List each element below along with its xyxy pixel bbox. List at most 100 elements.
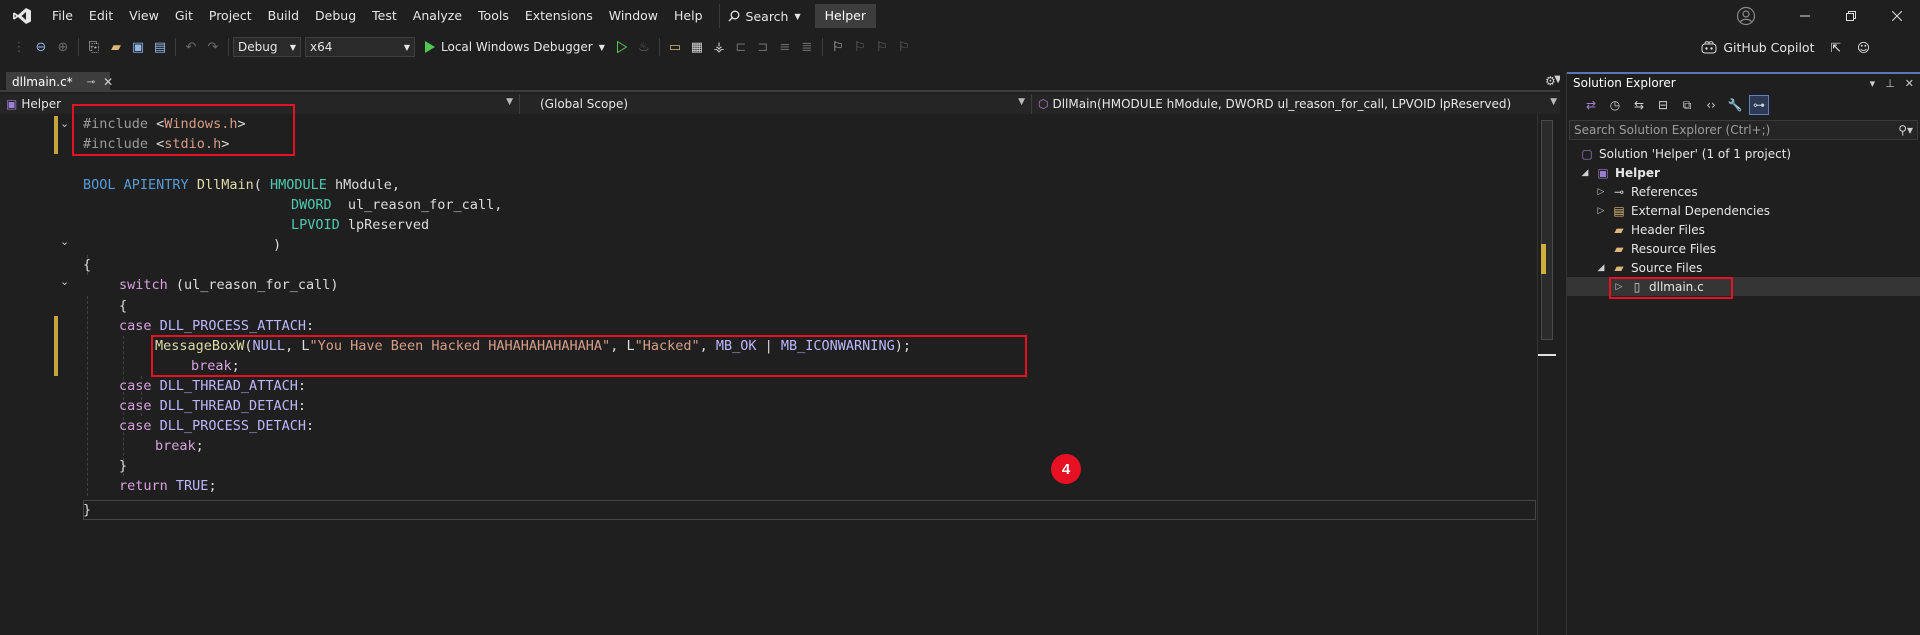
save-icon[interactable]: ▣ <box>127 36 149 58</box>
collapse-all-icon[interactable]: ⊟ <box>1653 95 1673 115</box>
close-icon[interactable]: ✕ <box>1905 77 1914 90</box>
menu-extensions[interactable]: Extensions <box>517 0 601 32</box>
show-all-files-icon[interactable]: ⧉ <box>1677 95 1697 115</box>
pin-icon[interactable]: ⊸ <box>87 77 95 88</box>
toolbar-separator <box>821 38 823 56</box>
member-nav-select[interactable]: ⬡ DllMain(HMODULE hModule, DWORD ul_reas… <box>1032 94 1564 114</box>
code-line-11: case DLL_PROCESS_ATTACH: <box>119 316 314 336</box>
editor-vertical-scrollbar[interactable] <box>1537 114 1556 635</box>
start-debugging-button[interactable]: Local Windows Debugger ▼ <box>419 40 611 54</box>
browse-folder-icon[interactable]: ▭ <box>664 36 686 58</box>
account-icon[interactable] <box>1726 0 1766 32</box>
chevron-down-icon: ▼ <box>794 11 801 21</box>
prev-bookmark-icon[interactable]: ⚐ <box>849 36 871 58</box>
tree-item-solution[interactable]: ▢ Solution 'Helper' (1 of 1 project) <box>1567 144 1920 163</box>
solution-platform-select[interactable]: x64 ▼ <box>305 37 415 57</box>
feedback-icon[interactable]: ☺ <box>1857 40 1870 55</box>
code-token: : <box>297 378 306 394</box>
panel-menu-icon[interactable]: ▾ <box>1870 77 1876 90</box>
code-editor[interactable]: ⌄ ⌄ ⌄ #include <Windows.h> #include <std… <box>0 104 1560 635</box>
menu-analyze[interactable]: Analyze <box>405 0 470 32</box>
tree-item-source-files[interactable]: ◢ ▰ Source Files <box>1567 258 1920 277</box>
align-icon[interactable]: ⊏ <box>730 36 752 58</box>
scroll-caret-marker <box>1538 354 1556 356</box>
menu-help[interactable]: Help <box>666 0 711 32</box>
navigate-back-icon[interactable]: ⊖ <box>30 36 52 58</box>
gear-icon[interactable]: ⚙ <box>1545 74 1556 88</box>
collapsed-icon[interactable]: ▷ <box>1595 187 1607 197</box>
code-token: (ul_reason_for_call) <box>167 277 339 293</box>
scrollbar-thumb[interactable] <box>1541 120 1553 340</box>
history-icon[interactable]: ◷ <box>1605 95 1625 115</box>
switch-views-icon[interactable]: ⇄ <box>1581 95 1601 115</box>
uncomment-icon[interactable]: ≣ <box>796 36 818 58</box>
navigate-forward-icon[interactable]: ⊕ <box>52 36 74 58</box>
menu-project[interactable]: Project <box>201 0 260 32</box>
collapse-icon[interactable]: ⌄ <box>60 275 69 288</box>
collapsed-icon[interactable]: ▷ <box>1595 206 1607 216</box>
menu-debug[interactable]: Debug <box>307 0 364 32</box>
undo-icon[interactable]: ↶ <box>180 36 202 58</box>
solution-explorer-toolbar: ⇄ ◷ ⇆ ⊟ ⧉ ‹› 🔧 ⊶ <box>1567 92 1920 118</box>
clear-bookmarks-icon[interactable]: ⚐ <box>893 36 915 58</box>
code-line-18: } <box>119 456 127 476</box>
start-without-debugging-icon[interactable] <box>611 36 633 58</box>
redo-icon[interactable]: ↷ <box>202 36 224 58</box>
collapse-icon[interactable]: ⌄ <box>60 117 69 130</box>
hot-reload-icon[interactable]: ♨ <box>633 36 655 58</box>
tree-item-resource-files[interactable]: ▰ Resource Files <box>1567 239 1920 258</box>
share-icon[interactable]: ⇱ <box>1830 40 1840 55</box>
menu-view[interactable]: View <box>121 0 167 32</box>
comment-icon[interactable]: ≡ <box>774 36 796 58</box>
tab-dllmain-c[interactable]: dllmain.c* ⊸ ✕ <box>6 72 113 92</box>
open-folder-icon[interactable]: ▰ <box>105 36 127 58</box>
save-all-icon[interactable]: ▤ <box>149 36 171 58</box>
menu-file[interactable]: File <box>44 0 81 32</box>
next-bookmark-icon[interactable]: ⚐ <box>871 36 893 58</box>
menu-test[interactable]: Test <box>364 0 405 32</box>
toolbar-separator <box>228 38 229 56</box>
tab-title: dllmain.c* <box>12 75 73 89</box>
tree-item-header-files[interactable]: ▰ Header Files <box>1567 220 1920 239</box>
copilot-icon <box>1701 41 1717 54</box>
code-line-20: } <box>83 500 91 520</box>
new-project-icon[interactable]: ⎘ <box>83 36 105 58</box>
github-copilot-button[interactable]: GitHub Copilot ⇱ ☺ <box>1701 32 1870 62</box>
diagnostics-icon[interactable]: ⚶ <box>708 36 730 58</box>
solution-configuration-select[interactable]: Debug ▼ <box>233 37 301 57</box>
bookmark-icon[interactable]: ⚐ <box>827 36 849 58</box>
code-line-5: DWORD ul_reason_for_call, <box>291 195 502 215</box>
expanded-icon[interactable]: ◢ <box>1595 263 1607 273</box>
tree-item-external-dependencies[interactable]: ▷ ▤ External Dependencies <box>1567 201 1920 220</box>
global-search[interactable]: Search ▼ <box>718 4 809 28</box>
menu-build[interactable]: Build <box>260 0 307 32</box>
close-icon[interactable] <box>1874 0 1920 32</box>
restore-icon[interactable] <box>1828 0 1874 32</box>
sync-icon[interactable]: ⇆ <box>1629 95 1649 115</box>
preview-selected-icon[interactable]: ⊶ <box>1749 95 1769 115</box>
tree-item-references[interactable]: ▷ ⊸ References <box>1567 182 1920 201</box>
pin-icon[interactable]: ⊥ <box>1885 77 1895 90</box>
visual-studio-logo-icon[interactable] <box>0 0 44 32</box>
scope-nav-select[interactable]: (Global Scope) ▼ <box>520 94 1032 114</box>
menu-git[interactable]: Git <box>167 0 201 32</box>
solution-search-input[interactable]: Search Solution Explorer (Ctrl+;) ⚲▾ <box>1569 120 1918 140</box>
menu-tools[interactable]: Tools <box>470 0 517 32</box>
code-view-icon[interactable]: ‹› <box>1701 95 1721 115</box>
indent-icon[interactable]: ⊐ <box>752 36 774 58</box>
current-line-highlight <box>83 500 1536 520</box>
collapse-icon[interactable]: ⌄ <box>60 235 69 248</box>
project-name-badge[interactable]: Helper <box>814 4 876 28</box>
folder-icon: ▰ <box>1614 241 1624 256</box>
code-line-17: break; <box>155 436 204 456</box>
layout-icon[interactable]: ▦ <box>686 36 708 58</box>
folder-icon: ▰ <box>1614 260 1624 275</box>
properties-wrench-icon[interactable]: 🔧 <box>1725 95 1745 115</box>
expanded-icon[interactable]: ◢ <box>1579 168 1591 178</box>
menu-window[interactable]: Window <box>601 0 666 32</box>
minimize-icon[interactable] <box>1782 0 1828 32</box>
tree-item-project[interactable]: ◢ ▣ Helper <box>1567 163 1920 182</box>
menu-edit[interactable]: Edit <box>81 0 121 32</box>
close-icon[interactable]: ✕ <box>103 75 113 89</box>
tree-label: Helper <box>1615 165 1660 180</box>
